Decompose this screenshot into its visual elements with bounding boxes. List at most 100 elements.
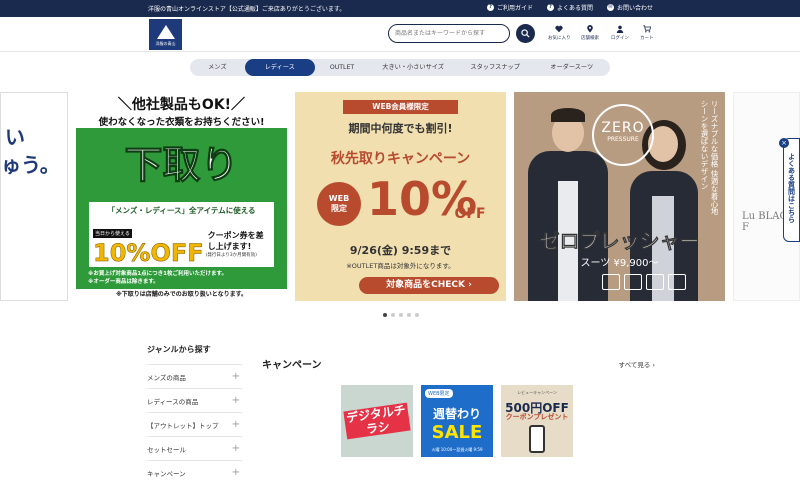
genre-item-label: セットセール	[147, 445, 186, 454]
category-order-suit[interactable]: オーダースーツ	[533, 59, 610, 76]
logo-text: 洋服の青山	[155, 41, 176, 46]
banner-trade-in[interactable]: ＼他社製品もOK!／ 使わなくなった衣類をお持ちください! 下取り 「メンズ・レ…	[76, 92, 287, 301]
search-icon	[521, 29, 530, 38]
genre-item-outlet[interactable]: 【アウトレット】トップ +	[147, 412, 242, 436]
campaign-review-coupon[interactable]: レビューキャンペーン 500円OFF クーポンプレゼント	[501, 385, 573, 457]
category-ladies[interactable]: レディース	[244, 59, 315, 76]
weekly-sale-line1: 週替わり	[432, 407, 481, 421]
genre-item-label: キャンペーン	[147, 469, 186, 478]
category-staff-snap[interactable]: スタッフスナップ	[457, 59, 534, 76]
web-campaign-note: ※OUTLET商品は対象外になります。	[346, 262, 455, 270]
genre-item-set-sale[interactable]: セットセール +	[147, 436, 242, 460]
genre-title: ジャンルから探す	[147, 345, 211, 354]
trade-in-header: ＼他社製品もOK!／ 使わなくなった衣類をお持ちください!	[76, 92, 287, 128]
plus-icon: +	[231, 419, 240, 430]
store-notice: 洋服の青山オンラインストア【公式通販】ご来店ありがとうございます。	[148, 6, 346, 13]
carousel-dot[interactable]	[407, 313, 411, 317]
close-icon[interactable]: ×	[779, 138, 789, 148]
carousel-dot[interactable]	[415, 313, 419, 317]
trade-in-percent: 10%OFF	[93, 239, 204, 268]
category-sizes[interactable]: 大きい・小さいサイズ	[369, 59, 457, 76]
search-button[interactable]	[516, 24, 535, 43]
banner-zero-pressure[interactable]: ZERO PRESSURE リーズナブルな価格 快適な着心地 シーンを選ばないデ…	[514, 92, 725, 301]
zero-pressure-logo: ZERO PRESSURE	[592, 104, 654, 166]
washable-icon	[624, 274, 642, 290]
zero-logo-text: ZERO	[601, 120, 645, 136]
banner-left-line2: ゅう。	[1, 153, 60, 177]
carousel-dot[interactable]	[383, 313, 387, 317]
genre-item-label: 【アウトレット】トップ	[147, 421, 219, 430]
campaign-weekly-sale[interactable]: WEB限定 週替わり SALE 火曜 10:00～翌週火曜 9:59	[421, 385, 493, 457]
login-button[interactable]: ログイン	[611, 25, 629, 41]
plus-icon: +	[231, 371, 240, 382]
check-items-button[interactable]: 対象商品をCHECK ›	[359, 277, 499, 294]
trade-in-line1: ＼他社製品もOK!／	[117, 97, 246, 113]
carousel-dot[interactable]	[399, 313, 403, 317]
contact-link-label: お問い合わせ	[616, 5, 653, 12]
web-campaign-ribbon: WEB会員様限定	[343, 100, 458, 114]
weekly-sale-period: 火曜 10:00～翌週火曜 9:59	[431, 447, 483, 452]
site-logo[interactable]: 洋服の青山	[149, 19, 182, 50]
web-campaign-line2: 秋先取りキャンペーン	[330, 151, 471, 167]
heart-icon	[555, 25, 563, 33]
banner-partial-left[interactable]: い ゅう。	[0, 92, 68, 301]
campaign-digital-flyer[interactable]: デジタルチラシ	[341, 385, 413, 457]
top-bar: 洋服の青山オンラインストア【公式通販】ご来店ありがとうございます。 ? ご利用ガイ…	[0, 0, 800, 17]
genre-item-label: メンズの商品	[147, 373, 186, 382]
campaign-section: キャンペーン すべて見る › デジタルチラシ WEB限定 週替わり SALE 火…	[262, 356, 655, 457]
category-nav: メンズ レディース OUTLET 大きい・小さいサイズ スタッフスナップ オーダ…	[190, 59, 610, 76]
genre-item-mens[interactable]: メンズの商品 +	[147, 364, 242, 388]
trade-in-validity: (発行日より3か月間有効)	[205, 252, 257, 258]
cart-button[interactable]: カート	[640, 25, 654, 41]
genre-item-ladies[interactable]: レディースの商品 +	[147, 388, 242, 412]
search-input[interactable]	[388, 24, 510, 43]
guide-link-label: ご利用ガイド	[496, 5, 533, 12]
carousel-dot[interactable]	[391, 313, 395, 317]
trade-in-box-sub: 「メンズ・レディース」全アイテムに使える	[107, 206, 256, 215]
see-all-link[interactable]: すべて見る ›	[619, 359, 655, 369]
guide-link[interactable]: ? ご利用ガイド	[486, 3, 533, 12]
top-links: ? ご利用ガイド ? よくある質問 ✉ お問い合わせ	[486, 3, 653, 12]
web-campaign-line1: 期間中何度でも割引!	[348, 122, 453, 135]
category-outlet[interactable]: OUTLET	[315, 59, 370, 76]
campaign-thumbnails: デジタルチラシ WEB限定 週替わり SALE 火曜 10:00～翌週火曜 9:…	[341, 385, 573, 457]
faq-side-tab[interactable]: よくある質問はこちら	[783, 138, 800, 242]
zero-pressure-title: ゼロプレッシャー	[539, 229, 700, 254]
trade-in-headline: 下取り	[124, 143, 239, 188]
web-campaign-off: OFF	[454, 206, 486, 222]
model-man-hair	[551, 108, 585, 122]
plus-icon: +	[231, 395, 240, 406]
pocket-icon	[646, 274, 664, 290]
plus-icon: +	[231, 443, 240, 454]
trade-in-line2: 使わなくなった衣類をお持ちください!	[98, 117, 265, 128]
genre-item-campaign[interactable]: キャンペーン +	[147, 460, 242, 484]
faq-side-tab-label: よくある質問はこちら	[787, 153, 796, 223]
plus-icon: +	[231, 467, 240, 478]
campaign-title: キャンペーン	[262, 360, 322, 371]
cart-label: カート	[640, 36, 654, 41]
banner-left-line1: い	[5, 125, 25, 149]
stretch-icon	[602, 274, 620, 290]
store-search-button[interactable]: 店舗検索	[581, 25, 599, 41]
contact-link[interactable]: ✉ お問い合わせ	[606, 3, 653, 12]
help-icon: ?	[546, 4, 554, 11]
review-coupon-head: レビューキャンペーン	[517, 390, 557, 395]
faq-link[interactable]: ? よくある質問	[546, 3, 593, 12]
question-icon: ?	[486, 4, 494, 11]
trade-in-notes: ※お買上げ対象商品1点につき1枚ご利用いただけます。 ※オーダー商品は除きます。	[88, 269, 278, 285]
carousel-pagination	[383, 313, 419, 317]
web-only-badge: WEB 限定	[317, 182, 361, 226]
web-badge-line1: WEB	[328, 194, 350, 203]
lightweight-icon	[668, 274, 686, 290]
logo-mark-icon	[156, 25, 175, 39]
banner-web-campaign[interactable]: WEB会員様限定 期間中何度でも割引! 秋先取りキャンペーン WEB 限定 10…	[295, 92, 506, 301]
store-search-label: 店舗検索	[581, 36, 599, 41]
favorites-label: お気に入り	[548, 36, 571, 41]
banner-left-text: い ゅう。	[1, 123, 60, 179]
web-badge-line2: 限定	[331, 204, 347, 213]
category-mens[interactable]: メンズ	[190, 59, 245, 76]
smartphone-icon	[529, 425, 545, 453]
genre-list: ジャンルから探す メンズの商品 + レディースの商品 + 【アウトレット】トップ + …	[147, 344, 242, 484]
favorites-button[interactable]: お気に入り	[548, 25, 571, 41]
location-pin-icon	[587, 25, 593, 33]
